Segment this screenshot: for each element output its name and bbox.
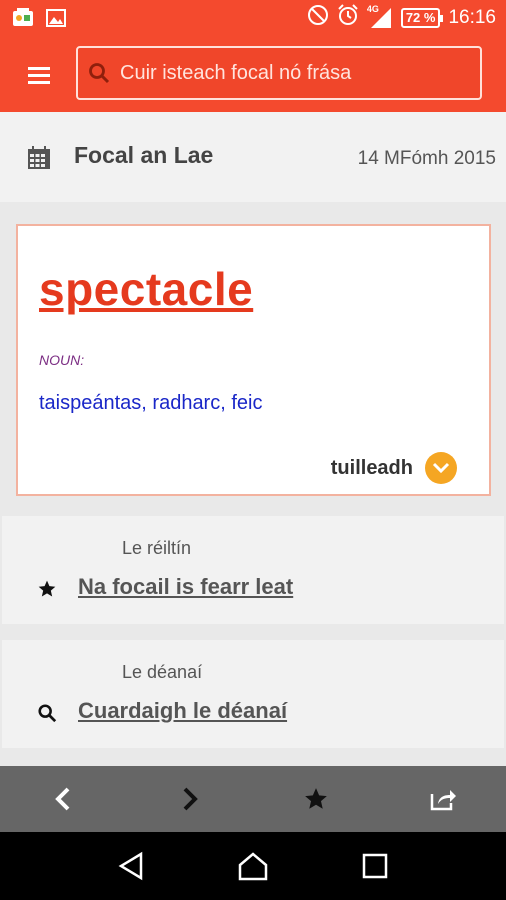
share-button[interactable] <box>380 766 506 832</box>
nav-recents-button[interactable] <box>345 836 405 896</box>
favorite-button[interactable] <box>253 766 380 832</box>
network-type: 4G <box>366 4 379 14</box>
part-of-speech: NOUN: <box>39 352 85 368</box>
search-box[interactable] <box>76 46 482 100</box>
forward-button[interactable] <box>127 766 254 832</box>
nav-back-button[interactable] <box>101 836 161 896</box>
home-icon <box>238 852 268 881</box>
calendar-icon <box>28 146 50 169</box>
word-of-day-date: 14 MFómh 2015 <box>357 148 496 169</box>
word-of-day-header: Focal an Lae 14 MFómh 2015 <box>0 112 506 202</box>
search-icon <box>36 702 58 724</box>
menu-button[interactable] <box>22 58 56 92</box>
toolbar <box>0 36 506 112</box>
battery-indicator: 72 % <box>400 8 444 28</box>
hamburger-icon <box>28 67 50 84</box>
clock: 16:16 <box>448 7 496 28</box>
recent-link[interactable]: Cuardaigh le déanaí <box>78 698 287 724</box>
star-icon <box>36 578 58 600</box>
signal-icon: 4G <box>366 4 393 30</box>
action-bar <box>0 766 506 832</box>
chevron-left-icon <box>55 787 70 811</box>
back-button[interactable] <box>0 766 127 832</box>
app-notification-icon <box>12 8 34 28</box>
main-content: Focal an Lae 14 MFómh 2015 spectacle NOU… <box>0 112 506 766</box>
favorites-label: Le réiltín <box>122 538 192 558</box>
favorites-section: Le réiltín Na focail is fearr leat <box>2 516 504 624</box>
square-recents-icon <box>362 853 388 879</box>
more-label: tuilleadh <box>330 456 413 479</box>
word-card[interactable]: spectacle NOUN: taispeántas, radharc, fe… <box>16 224 491 496</box>
triangle-back-icon <box>118 851 143 881</box>
star-icon <box>305 788 328 809</box>
search-icon <box>89 63 110 84</box>
word-headword[interactable]: spectacle <box>39 262 253 316</box>
status-bar: 4G 72 % 16:16 <box>0 0 506 36</box>
system-nav-bar <box>0 832 506 900</box>
do-not-disturb-icon <box>307 4 329 32</box>
image-notification-icon <box>46 8 66 28</box>
word-of-day-title: Focal an Lae <box>74 142 214 168</box>
chevron-right-icon <box>183 787 198 811</box>
more-button[interactable]: tuilleadh <box>331 452 457 484</box>
nav-home-button[interactable] <box>223 836 283 896</box>
chevron-down-icon <box>425 452 457 484</box>
translations: taispeántas, radharc, feic <box>39 392 263 414</box>
share-icon <box>430 790 456 811</box>
alarm-icon <box>337 4 359 32</box>
search-input[interactable] <box>120 61 460 85</box>
recent-label: Le déanaí <box>122 662 203 682</box>
favorites-link[interactable]: Na focail is fearr leat <box>78 574 293 600</box>
recent-section: Le déanaí Cuardaigh le déanaí <box>2 640 504 748</box>
